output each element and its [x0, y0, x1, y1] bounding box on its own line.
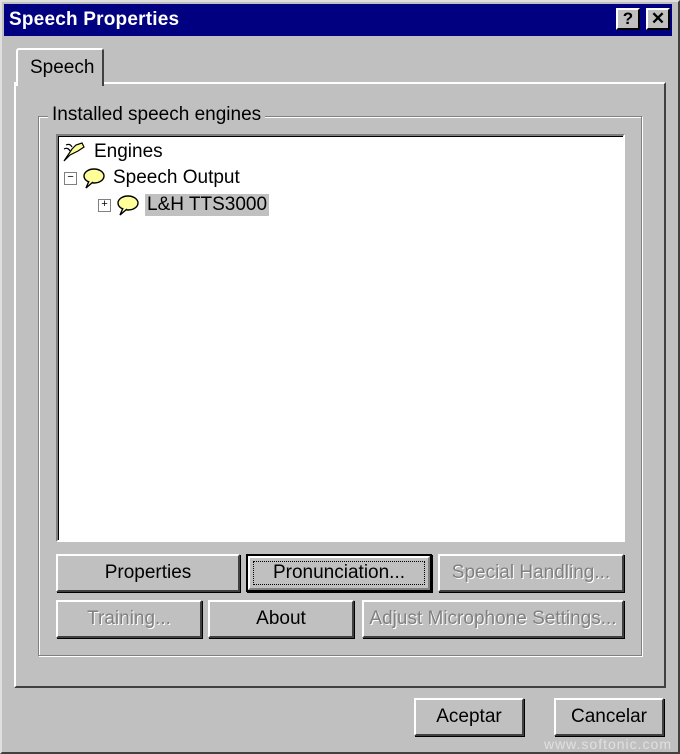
watermark: www.softonic.com [543, 736, 672, 752]
close-button[interactable]: ✕ [646, 8, 670, 30]
cancel-button[interactable]: Cancelar [554, 698, 664, 736]
properties-button-label: Properties [104, 562, 192, 583]
window-title: Speech Properties [9, 9, 180, 30]
pronunciation-button[interactable]: Pronunciation... [246, 554, 432, 592]
title-bar[interactable]: Speech Properties ? ✕ [4, 4, 672, 36]
adjust-microphone-button-label: Adjust Microphone Settings... [369, 608, 617, 629]
adjust-microphone-button: Adjust Microphone Settings... [362, 600, 624, 638]
tab-speech-label: Speech [30, 57, 95, 78]
tab-speech[interactable]: Speech [16, 48, 104, 86]
tree-item-engines[interactable]: Engines [62, 140, 165, 164]
tree-item-speech-output-label: Speech Output [113, 167, 240, 188]
pronunciation-button-label: Pronunciation... [272, 562, 406, 583]
about-button-label: About [256, 608, 306, 629]
training-button-label: Training... [87, 608, 171, 629]
tree-item-lh-tts3000[interactable]: + L&H TTS3000 [98, 193, 270, 217]
speech-bubble-icon [117, 195, 139, 216]
properties-button[interactable]: Properties [56, 554, 240, 592]
tree-item-speech-output[interactable]: − Speech Output [64, 166, 242, 190]
tree-item-lh-tts3000-label: L&H TTS3000 [145, 194, 270, 216]
cancel-button-label: Cancelar [570, 706, 648, 727]
speech-bubble-icon [83, 168, 105, 189]
engines-tree[interactable]: Engines − Speech Output + L&H TTS3000 [56, 134, 625, 542]
special-handling-button: Special Handling... [438, 554, 624, 592]
tree-item-engines-label: Engines [94, 141, 163, 162]
ok-button[interactable]: Aceptar [414, 698, 524, 736]
about-button[interactable]: About [208, 600, 354, 638]
group-label: Installed speech engines [48, 104, 266, 126]
expand-icon[interactable]: + [98, 198, 111, 212]
ok-button-label: Aceptar [436, 706, 502, 727]
engines-icon [63, 142, 85, 162]
help-button[interactable]: ? [616, 8, 640, 30]
training-button: Training... [56, 600, 202, 638]
collapse-icon[interactable]: − [64, 171, 77, 185]
special-handling-button-label: Special Handling... [451, 562, 611, 583]
